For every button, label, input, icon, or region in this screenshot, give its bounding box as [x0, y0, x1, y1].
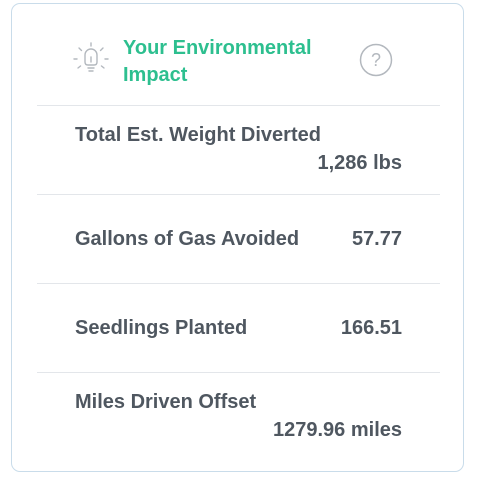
metric-value: 1279.96 miles: [273, 419, 402, 441]
metric-label: Total Est. Weight Diverted: [75, 124, 321, 146]
metric-label: Gallons of Gas Avoided: [75, 228, 300, 250]
metric-label: Miles Driven Offset: [75, 391, 257, 413]
metric-row-gas-avoided: Gallons of Gas Avoided 57.77: [37, 194, 440, 284]
card-title: Your Environmental Impact: [123, 37, 312, 86]
card-header: Your Environmental Impact ?: [37, 4, 440, 106]
svg-text:?: ?: [371, 50, 381, 70]
question-circle-icon[interactable]: ?: [359, 43, 393, 77]
metric-value: 57.77: [351, 228, 402, 250]
metric-row-seedlings-planted: Seedlings Planted 166.51: [37, 283, 440, 373]
metric-value: 1,286 lbs: [317, 152, 402, 174]
metric-row-miles-offset: Miles Driven Offset 1279.96 miles: [37, 372, 440, 462]
metric-label: Seedlings Planted: [75, 317, 248, 339]
lightbulb-icon: [73, 42, 109, 72]
environmental-impact-card: Your Environmental Impact ? Total Est. W…: [11, 3, 464, 472]
metric-value: 166.51: [340, 317, 402, 339]
metric-row-weight-diverted: Total Est. Weight Diverted 1,286 lbs: [37, 105, 440, 195]
